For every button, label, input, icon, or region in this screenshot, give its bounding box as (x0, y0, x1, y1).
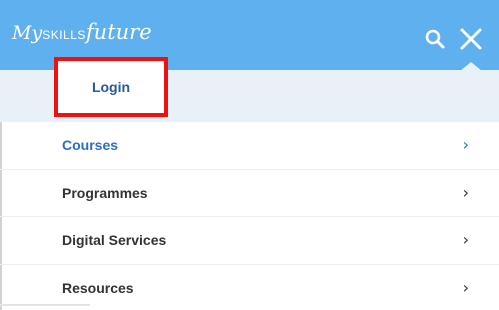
menu-item-programmes[interactable]: Programmes › (0, 170, 499, 217)
search-icon[interactable] (424, 28, 446, 50)
menu-item-label: Digital Services (62, 232, 167, 249)
menu-item-label: Resources (62, 280, 134, 297)
myskillsfuture-logo[interactable]: My SKILLS future (12, 20, 152, 56)
main-menu: Courses › Programmes › Digital Services … (0, 122, 499, 310)
chevron-right-icon: › (462, 230, 469, 250)
chevron-right-icon: › (462, 135, 469, 155)
close-icon[interactable] (456, 24, 486, 54)
bottom-divider (0, 304, 90, 306)
login-button[interactable]: Login (54, 57, 168, 117)
logo-skills: SKILLS (42, 28, 86, 42)
logo-future: future (85, 20, 152, 44)
menu-item-label: Courses (62, 137, 119, 154)
menu-item-digital-services[interactable]: Digital Services › (0, 217, 499, 265)
menu-item-courses[interactable]: Courses › (0, 122, 499, 170)
chevron-right-icon: › (462, 278, 469, 298)
logo-my: My (12, 22, 43, 44)
chevron-right-icon: › (462, 182, 469, 202)
login-button-label: Login (91, 79, 131, 95)
menu-item-label: Programmes (62, 184, 148, 201)
